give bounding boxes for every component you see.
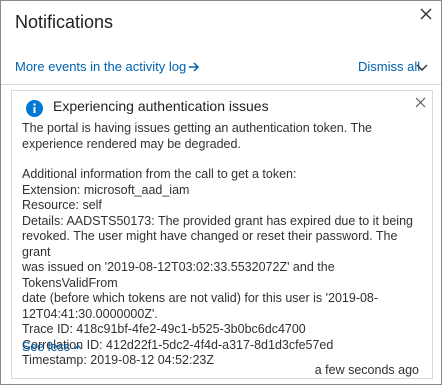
notification-body: The portal is having issues getting an a… (22, 121, 422, 369)
time-ago: a few seconds ago (314, 363, 419, 377)
details-line: date (before which tokens are not valid)… (22, 291, 379, 305)
correlation-id: Correlation ID: 412d22f1-5dc2-4f4d-a317-… (22, 337, 334, 352)
notification-title: Experiencing authentication issues (53, 98, 269, 114)
trace-id: Trace ID: 418c91bf-4fe2-49c1-b525-3b0bc6… (22, 322, 306, 336)
close-panel-icon[interactable] (419, 7, 433, 21)
chevron-up-icon (74, 344, 82, 350)
summary-line: experience rendered may be degraded. (22, 136, 241, 151)
details-line: revoked. The user might have changed or … (22, 229, 398, 259)
panel-title: Notifications (15, 12, 114, 32)
info-icon (26, 100, 43, 117)
activity-log-link[interactable]: More events in the activity log (15, 59, 200, 74)
activity-log-link-label: More events in the activity log (15, 59, 187, 74)
arrow-right-icon (189, 61, 200, 72)
additional-info: Additional information from the call to … (22, 167, 297, 181)
extension: Extension: microsoft_aad_iam (22, 182, 190, 197)
divider (1, 84, 441, 85)
notification-card: Experiencing authentication issues The p… (11, 90, 433, 379)
see-less-label: See less (22, 340, 70, 354)
notifications-panel: Notifications More events in the activit… (0, 0, 442, 385)
summary-line: The portal is having issues getting an a… (22, 121, 372, 135)
dismiss-all-button[interactable]: Dismiss all (358, 59, 420, 74)
details-line: was issued on '2019-08-12T03:02:33.55320… (22, 260, 335, 290)
details-line: Details: AADSTS50173: The provided grant… (22, 213, 413, 228)
close-icon[interactable] (415, 97, 426, 108)
resource: Resource: self (22, 198, 102, 212)
details-line: 12T04:41:30.0000000Z'. (22, 306, 158, 321)
see-less-link[interactable]: See less (22, 340, 82, 354)
chevron-down-icon[interactable] (415, 60, 429, 74)
